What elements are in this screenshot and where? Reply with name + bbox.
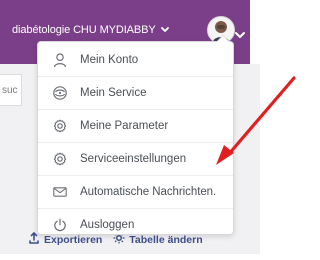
menu-label-mein-service: Mein Service bbox=[80, 87, 147, 99]
search-input-fragment[interactable]: suc bbox=[0, 74, 22, 106]
menu-item-automatische-nachrichten[interactable]: Automatische Nachrichten. bbox=[38, 175, 233, 208]
dropdown-pointer bbox=[216, 35, 230, 42]
red-pointer-arrow bbox=[216, 76, 296, 165]
power-icon bbox=[52, 217, 68, 233]
service-icon bbox=[52, 85, 68, 101]
menu-label-mein-konto: Mein Konto bbox=[80, 54, 139, 66]
menu-label-meine-parameter: Meine Parameter bbox=[80, 120, 169, 132]
gear-icon bbox=[52, 151, 68, 167]
user-icon bbox=[52, 52, 68, 68]
gear-icon bbox=[52, 118, 68, 134]
mail-icon bbox=[52, 184, 68, 200]
menu-label-serviceeinstellungen: Serviceeinstellungen bbox=[80, 153, 187, 165]
organization-name: diabétologie CHU MYDIABBY bbox=[12, 24, 156, 36]
search-placeholder-fragment: suc bbox=[2, 85, 18, 96]
chevron-down-icon[interactable] bbox=[235, 26, 245, 44]
menu-label-ausloggen: Ausloggen bbox=[80, 219, 135, 231]
organization-switcher[interactable]: diabétologie CHU MYDIABBY bbox=[12, 24, 170, 36]
menu-label-automatische-nachrichten: Automatische Nachrichten. bbox=[80, 186, 217, 198]
chevron-down-icon bbox=[161, 24, 170, 36]
menu-item-ausloggen[interactable]: Ausloggen bbox=[38, 208, 233, 241]
